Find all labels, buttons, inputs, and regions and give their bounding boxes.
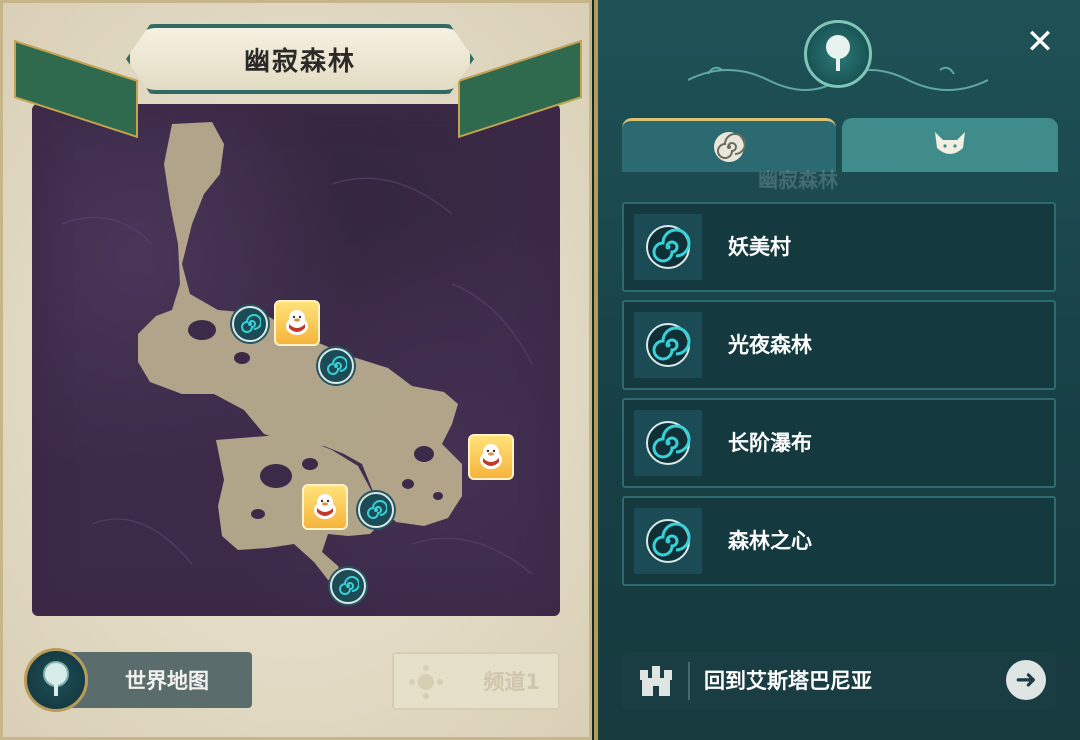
castle-icon (640, 666, 672, 696)
tab-npcs[interactable] (842, 118, 1058, 172)
npc-icon (314, 494, 336, 519)
location-name: 长阶瀑布 (728, 431, 812, 455)
background-faint-text: 幽寂森林 (758, 168, 838, 192)
npc-marker[interactable] (302, 484, 348, 530)
return-label: 回到艾斯塔巴尼亚 (704, 669, 872, 693)
location-list: 妖美村 光夜森林 长阶瀑布 森林之心 (622, 202, 1056, 594)
map-paths (61, 122, 533, 582)
map-title: 幽寂森林 (243, 46, 356, 77)
panel-header: ✕ (598, 0, 1080, 112)
portal-swirl-icon (634, 214, 702, 280)
list-item[interactable]: 光夜森林 (622, 300, 1056, 390)
portal-swirl-icon (714, 131, 746, 162)
location-name: 光夜森林 (728, 333, 812, 357)
world-map-button[interactable]: 世界地图 (24, 648, 254, 712)
channel-move-icon (409, 665, 443, 699)
return-button[interactable]: 回到艾斯塔巴尼亚 ➜ (622, 652, 1056, 710)
teleport-panel: ✕ 幽寂森林 妖美村 光夜森林 长阶瀑布 森林之心 回到艾斯塔巴尼亚 ➜ (594, 0, 1080, 740)
portal-swirl-icon (634, 508, 702, 574)
npc-icon (480, 444, 502, 469)
portal-swirl-icon (634, 410, 702, 476)
portal-swirl-icon (339, 576, 359, 595)
list-item[interactable]: 妖美村 (622, 202, 1056, 292)
channel-label: 频道1 (483, 670, 540, 694)
close-button[interactable]: ✕ (1020, 22, 1060, 62)
location-name: 森林之心 (728, 529, 812, 553)
world-map-pin-icon (24, 648, 88, 712)
portal-swirl-icon (634, 312, 702, 378)
map-panel: 幽寂森林 世界地图 频道1 (0, 0, 592, 740)
world-map-label: 世界地图 (64, 652, 252, 708)
list-item[interactable]: 森林之心 (622, 496, 1056, 586)
list-item[interactable]: 长阶瀑布 (622, 398, 1056, 488)
npc-icon (286, 310, 308, 335)
map-title-banner: 幽寂森林 (118, 20, 474, 94)
portal-marker[interactable] (318, 348, 354, 384)
arrow-right-icon[interactable]: ➜ (1006, 660, 1046, 700)
title-plate: 幽寂森林 (126, 24, 474, 94)
channel-button[interactable]: 频道1 (392, 652, 560, 710)
portal-marker[interactable] (330, 568, 366, 604)
area-map[interactable] (32, 104, 560, 616)
fox-icon (935, 132, 965, 154)
portal-swirl-icon (367, 500, 387, 519)
divider (688, 662, 690, 700)
npc-marker[interactable] (274, 300, 320, 346)
portal-marker[interactable] (232, 306, 268, 342)
location-name: 妖美村 (728, 235, 791, 259)
portal-swirl-icon (241, 314, 261, 333)
npc-marker[interactable] (468, 434, 514, 480)
portal-swirl-icon (327, 356, 347, 375)
location-pin-icon (804, 20, 872, 88)
portal-marker[interactable] (358, 492, 394, 528)
